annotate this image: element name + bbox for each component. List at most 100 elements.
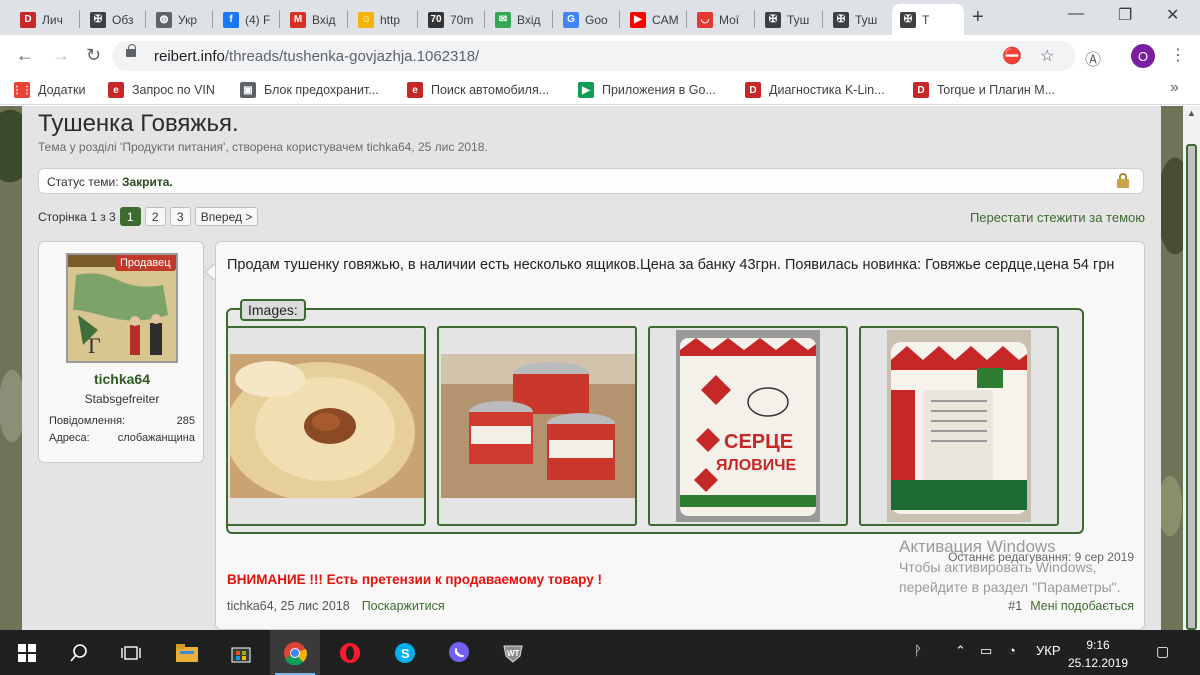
tab-label: Обз [112,12,134,27]
browser-tab[interactable]: f (4) F [215,4,279,35]
user-card: Г Продавец tichka64 Stabsgefreiter Повід… [38,241,204,463]
viber-icon[interactable] [434,630,484,675]
scrollbar-thumb[interactable] [1186,144,1197,630]
browser-tab[interactable]: 70 70m [420,4,484,35]
image-thumbnail[interactable]: СЕРЦЕ ЯЛОВИЧЕ [648,326,848,526]
page-scrollbar[interactable]: ▲ [1183,106,1200,630]
thread-subtitle: Тема у розділі 'Продукти питания', створ… [38,140,488,154]
browser-tab[interactable]: G Goo [555,4,619,35]
skype-icon[interactable]: S [380,630,430,675]
network-icon[interactable]: ◔ [1008,643,1016,658]
close-window-button[interactable]: ✕ [1166,5,1179,25]
browser-tab[interactable]: ✠ Т [892,4,964,35]
tab-separator [754,10,755,28]
tab-favicon-icon: ✉ [495,11,511,28]
browser-tab[interactable]: D Лич [12,4,76,35]
image-thumbnail[interactable] [859,326,1059,526]
padlock-icon [1117,173,1129,188]
image-thumbnail[interactable] [437,326,637,526]
tab-separator [417,10,418,28]
page-2-link[interactable]: 2 [144,207,166,226]
post-number-link[interactable]: #1 [1008,599,1022,613]
people-icon[interactable]: ᚹ [914,643,922,658]
tab-favicon-icon: ✠ [833,11,849,28]
opera-icon[interactable] [325,630,375,675]
extension-icon[interactable]: Ⓐ [1085,46,1101,70]
bookmark-item[interactable]: ▶ Приложения в Go... [578,82,716,98]
browser-tab[interactable]: ✠ Обз [82,4,146,35]
tab-label: Укр [178,12,198,27]
images-fieldset: Images: СЕРЦЕ ЯЛОВИЧЕ [226,299,1084,534]
svg-text:S: S [401,646,410,661]
bookmark-item[interactable]: e Запрос по VIN [108,82,215,98]
browser-tab[interactable]: ◡ Мої [689,4,753,35]
bookmark-label: Додатки [38,83,86,97]
tab-favicon-icon: ◍ [156,11,172,28]
notification-icon[interactable]: ▢ [1156,643,1169,660]
start-button[interactable] [2,630,52,675]
bookmark-label: Запрос по VIN [132,83,215,97]
unwatch-thread-link[interactable]: Перестати стежити за темою [970,210,1145,225]
store-icon[interactable] [216,630,266,675]
bookmark-star-icon[interactable]: ☆ [1040,46,1054,66]
browser-tab[interactable]: M Вхід [282,4,346,35]
lock-icon [126,44,136,57]
language-indicator[interactable]: УКР [1036,643,1061,658]
chrome-icon[interactable] [270,630,320,675]
file-explorer-icon[interactable] [162,630,212,675]
address-bar[interactable]: reibert.info/threads/tushenka-govjazhja.… [112,41,1076,71]
tray-expand-icon[interactable]: ⌃ [955,643,966,659]
scroll-up-icon[interactable]: ▲ [1187,108,1196,118]
post-author-date[interactable]: tichka64, 25 лис 2018 [227,599,350,613]
blocked-popup-icon[interactable]: ⛔ [1002,46,1022,66]
browser-tab[interactable]: ▶ CAM [622,4,686,35]
menu-icon[interactable]: ⋮ [1170,45,1186,65]
tab-favicon-icon: D [20,11,36,28]
browser-tab-strip: D Лич ✠ Обз ◍ Укр f (4) F M Вхід ☺ http 70 70m ✉ Вхід G G… [0,0,1200,35]
minimize-button[interactable]: — [1068,5,1084,23]
new-tab-button[interactable]: + [972,6,984,29]
tab-label: 70m [450,12,474,27]
pager-label: Сторінка 1 з 3 [38,209,116,224]
reload-button[interactable]: ↻ [86,45,101,66]
bookmark-item[interactable]: ⋮⋮ Додатки [12,82,86,98]
d-icon: D [745,82,761,98]
browser-tab[interactable]: ✉ Вхід [487,4,551,35]
browser-tab[interactable]: ◍ Укр [148,4,212,35]
report-link[interactable]: Поскаржитися [362,599,445,613]
battery-icon[interactable]: ▭ [980,643,992,659]
image-thumbnail[interactable] [226,326,426,526]
world-of-tanks-icon[interactable]: WT [488,630,538,675]
tab-favicon-icon: G [563,11,579,28]
bookmark-item[interactable]: D Диагностика K-Lin... [745,82,885,98]
username-link[interactable]: tichka64 [39,371,205,387]
maximize-button[interactable]: ❐ [1118,5,1132,25]
page-1-link[interactable]: 1 [119,207,141,226]
bookmark-item[interactable]: D Torque и Плагин М... [913,82,1055,98]
browser-tab[interactable]: ✠ Туш [757,4,821,35]
clock[interactable]: 9:16 25.12.2019 [1066,636,1130,672]
like-link[interactable]: Мені подобається [1030,599,1134,613]
url-text[interactable]: reibert.info/threads/tushenka-govjazhja.… [154,48,479,65]
bookmarks-more-button[interactable]: » [1170,79,1179,97]
tab-separator [347,10,348,28]
page-3-link[interactable]: 3 [169,207,191,226]
forward-button[interactable]: → [52,45,70,66]
search-icon[interactable] [54,630,104,675]
tab-label: Туш [855,12,878,27]
tab-label: Лич [42,12,63,27]
browser-tab[interactable]: ✠ Туш [825,4,889,35]
tab-favicon-icon: ✠ [90,11,106,28]
bookmark-item[interactable]: e Поиск автомобиля... [407,82,549,98]
car-icon: ▣ [240,82,256,98]
bookmark-item[interactable]: ▣ Блок предохранит... [240,82,379,98]
back-button[interactable]: ← [16,45,34,66]
browser-tab[interactable]: ☺ http [350,4,414,35]
play-icon: ▶ [578,82,594,98]
task-view-icon[interactable] [106,630,156,675]
windows-activation-watermark: Активация Windows Чтобы активировать Win… [899,537,1121,595]
profile-avatar[interactable]: O [1131,44,1155,68]
next-page-link[interactable]: Вперед > [194,207,259,226]
tab-label: Вхід [312,12,336,27]
tab-label: http [380,12,401,27]
